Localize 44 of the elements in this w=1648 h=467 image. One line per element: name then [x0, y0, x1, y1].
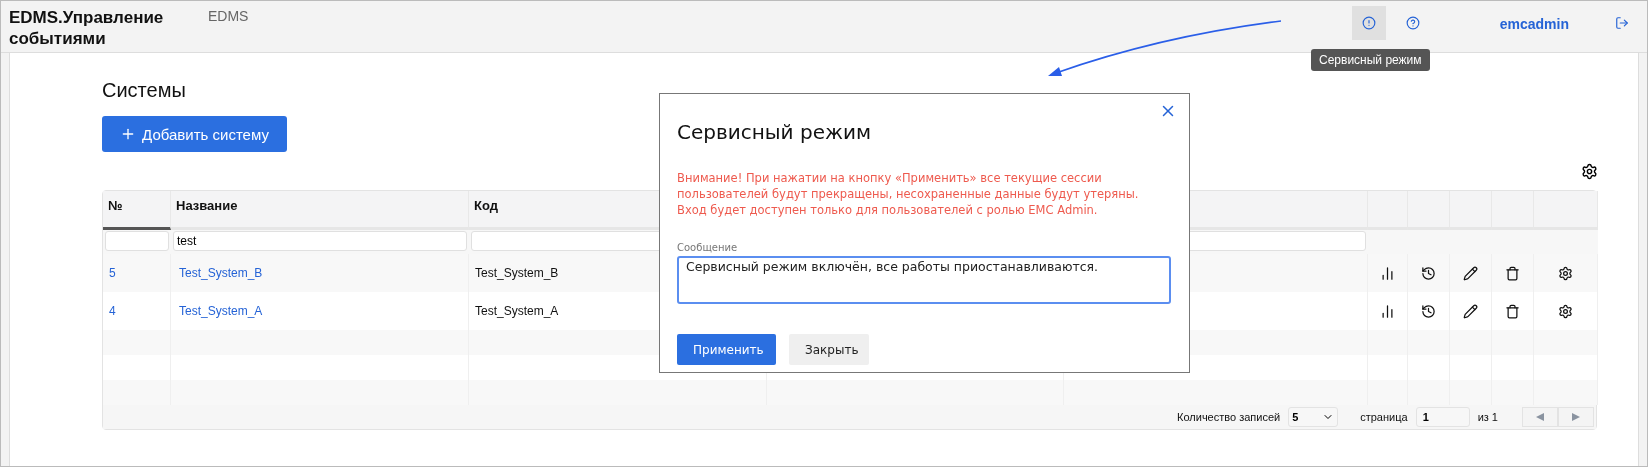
- add-system-button[interactable]: Добавить систему: [102, 116, 287, 152]
- apply-button[interactable]: Применить: [677, 334, 776, 365]
- row-id-link[interactable]: 4: [109, 304, 116, 318]
- app-title: EDMS.Управление событиями: [9, 7, 165, 49]
- right-triangle-icon: [1572, 413, 1580, 421]
- left-triangle-icon: [1536, 413, 1544, 421]
- system-name-link[interactable]: Test_System_A: [179, 304, 263, 318]
- edit-icon[interactable]: [1463, 303, 1478, 319]
- edit-icon[interactable]: [1463, 265, 1478, 281]
- help-icon: [1405, 16, 1420, 30]
- settings-icon[interactable]: [1581, 162, 1598, 180]
- system-name-link[interactable]: Test_System_B: [179, 266, 263, 280]
- column-header[interactable]: №: [103, 191, 171, 230]
- logout-icon: [1615, 16, 1629, 30]
- message-field[interactable]: Сервисный режим включён, все работы приостанавливаются.: [677, 256, 1171, 304]
- service-mode-button[interactable]: [1351, 6, 1386, 40]
- bar-chart-icon[interactable]: [1380, 265, 1395, 281]
- page-title: Системы: [102, 79, 187, 102]
- tooltip: Сервисный режим: [1311, 49, 1430, 71]
- settings-icon[interactable]: [1558, 303, 1573, 319]
- page-total: из 1: [1477, 411, 1498, 423]
- alert-icon: [1361, 16, 1376, 30]
- delete-icon[interactable]: [1505, 303, 1520, 319]
- system-code: Test_System_A: [475, 304, 559, 318]
- section-name: EDMS: [208, 8, 249, 24]
- bar-chart-icon[interactable]: [1380, 303, 1395, 319]
- page-field[interactable]: 1: [1415, 407, 1470, 427]
- previous-page-button[interactable]: [1522, 407, 1558, 427]
- history-icon[interactable]: [1421, 303, 1436, 319]
- user-link[interactable]: emcadmin: [1499, 16, 1569, 32]
- dialog-title: Сервисный режим: [677, 120, 873, 144]
- page-label: страница: [1360, 411, 1408, 423]
- filter-field[interactable]: test: [173, 231, 467, 251]
- records-count-label: Количество записей: [1177, 411, 1281, 423]
- delete-icon[interactable]: [1505, 265, 1520, 281]
- close-dialog-button[interactable]: Закрыть: [789, 334, 869, 365]
- settings-icon[interactable]: [1558, 265, 1573, 281]
- row-id-link[interactable]: 5: [109, 266, 116, 280]
- system-code: Test_System_B: [475, 266, 559, 280]
- field-label: Сообщение: [677, 242, 739, 253]
- column-header[interactable]: Название: [171, 191, 469, 230]
- history-icon[interactable]: [1421, 265, 1436, 281]
- page-size-select[interactable]: 5: [1288, 407, 1339, 427]
- next-page-button[interactable]: [1558, 407, 1594, 427]
